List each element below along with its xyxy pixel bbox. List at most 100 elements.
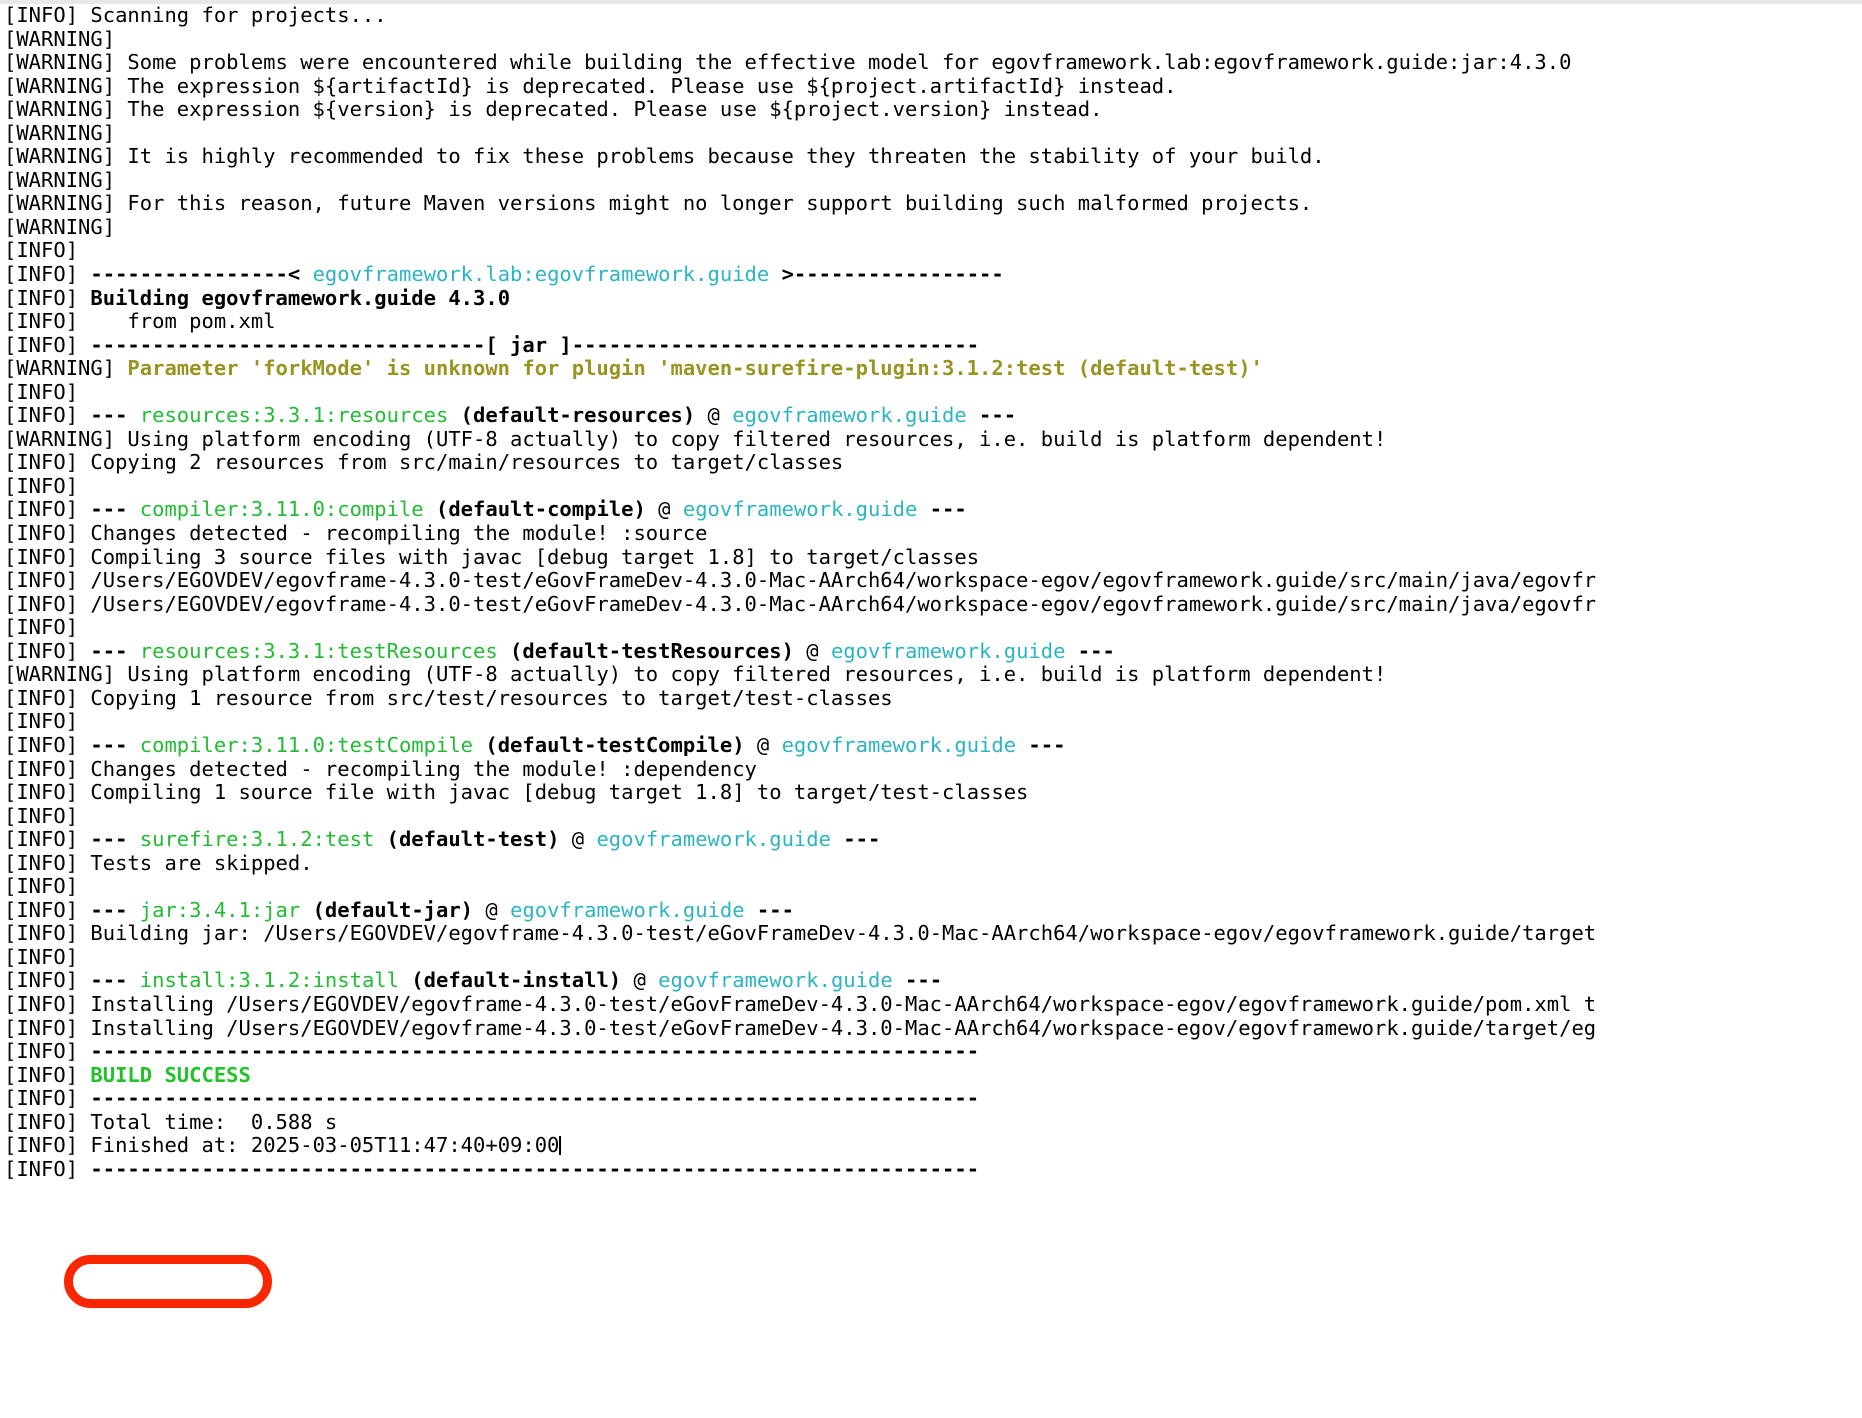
- log-line: [INFO] Copying 1 resource from src/test/…: [4, 687, 1862, 711]
- log-segment: ---: [90, 498, 140, 522]
- log-level-tag: [WARNING]: [4, 663, 128, 687]
- log-segment: Building egovframework.guide 4.3.0: [90, 286, 511, 310]
- log-level-tag: [INFO]: [4, 1087, 91, 1111]
- log-level-tag: [WARNING]: [4, 192, 128, 216]
- log-segment: ---: [90, 969, 140, 993]
- log-segment: egovframework.lab:egovframework.guide: [312, 263, 770, 287]
- log-segment: ---: [966, 404, 1017, 428]
- log-text: The expression ${artifactId} is deprecat…: [127, 74, 1177, 98]
- log-segment: egovframework.guide: [510, 898, 745, 922]
- log-segment: ---: [90, 733, 140, 757]
- log-level-tag: [WARNING]: [4, 215, 128, 239]
- log-segment: ---: [90, 898, 140, 922]
- log-line: [INFO] BUILD SUCCESS: [4, 1064, 1862, 1088]
- log-segment: egovframework.guide: [830, 639, 1066, 663]
- log-text: Changes detected - recompiling the modul…: [90, 522, 708, 546]
- log-line: [WARNING] The expression ${version} is d…: [4, 98, 1862, 122]
- log-line: [INFO]: [4, 616, 1862, 640]
- log-segment: egovframework.guide: [658, 969, 893, 993]
- log-segment: egovframework.guide: [732, 404, 967, 428]
- log-level-tag: [INFO]: [4, 522, 91, 546]
- log-line: [INFO] Compiling 1 source file with java…: [4, 781, 1862, 805]
- log-level-tag: [INFO]: [4, 1040, 91, 1064]
- log-line: [WARNING]: [4, 216, 1862, 240]
- log-line: [INFO] Building jar: /Users/EGOVDEV/egov…: [4, 922, 1862, 946]
- log-level-tag: [INFO]: [4, 569, 91, 593]
- log-segment: ---: [90, 404, 140, 428]
- log-text: Using platform encoding (UTF-8 actually)…: [127, 663, 1387, 687]
- log-line: [INFO] --- install:3.1.2:install (defaul…: [4, 969, 1862, 993]
- log-segment: ---: [917, 498, 967, 522]
- log-level-tag: [INFO]: [4, 875, 91, 899]
- log-segment: install:3.1.2:install: [139, 969, 399, 993]
- log-text: Some problems were encountered while bui…: [127, 51, 1572, 75]
- log-level-tag: [INFO]: [4, 898, 91, 922]
- log-text: Copying 1 resource from src/test/resourc…: [90, 686, 893, 710]
- log-level-tag: [INFO]: [4, 686, 91, 710]
- log-line: [INFO] /Users/EGOVDEV/egovframe-4.3.0-te…: [4, 593, 1862, 617]
- terminal-window: [INFO] Scanning for projects... [WARNING]…: [0, 0, 1862, 1418]
- log-line: [INFO] ----------------< egovframework.l…: [4, 263, 1862, 287]
- log-line: [INFO] Total time: 0.588 s: [4, 1111, 1862, 1135]
- log-line: [INFO] ---------------------------------…: [4, 1158, 1862, 1182]
- log-text: from pom.xml: [90, 310, 276, 334]
- log-segment: egovframework.guide: [682, 498, 918, 522]
- log-level-tag: [INFO]: [4, 545, 91, 569]
- log-level-tag: [INFO]: [4, 804, 91, 828]
- log-line: [WARNING]: [4, 28, 1862, 52]
- log-segment: ----------------------------------------…: [90, 1040, 980, 1064]
- log-segment: ---: [744, 898, 794, 922]
- log-text: The expression ${version} is deprecated.…: [127, 98, 1103, 122]
- log-segment: ----------------------------------------…: [90, 1157, 980, 1181]
- log-text: Using platform encoding (UTF-8 actually)…: [127, 427, 1387, 451]
- log-level-tag: [INFO]: [4, 310, 91, 334]
- log-level-tag: [INFO]: [4, 263, 91, 287]
- log-text: Building jar: /Users/EGOVDEV/egovframe-4…: [90, 922, 1597, 946]
- log-level-tag: [INFO]: [4, 4, 91, 27]
- log-segment: ---: [90, 828, 140, 852]
- log-level-tag: [INFO]: [4, 639, 91, 663]
- text-cursor: [559, 1136, 562, 1156]
- log-level-tag: [INFO]: [4, 733, 91, 757]
- log-segment: @: [695, 404, 733, 428]
- log-level-tag: [INFO]: [4, 710, 91, 734]
- log-line: [INFO] --- resources:3.3.1:resources (de…: [4, 404, 1862, 428]
- log-text: Compiling 1 source file with javac [debu…: [90, 781, 1029, 805]
- log-segment: @: [744, 733, 782, 757]
- log-level-tag: [INFO]: [4, 1157, 91, 1181]
- log-level-tag: [INFO]: [4, 969, 91, 993]
- log-segment: ---: [892, 969, 943, 993]
- log-line: [INFO] Scanning for projects...: [4, 4, 1862, 28]
- log-line: [INFO]: [4, 875, 1862, 899]
- log-text: Installing /Users/EGOVDEV/egovframe-4.3.…: [90, 1016, 1597, 1040]
- log-line: [WARNING] Some problems were encountered…: [4, 51, 1862, 75]
- log-segment: @: [559, 828, 597, 852]
- log-segment: compiler:3.11.0:compile: [139, 498, 424, 522]
- log-segment: @: [473, 898, 511, 922]
- log-level-tag: [INFO]: [4, 1016, 91, 1040]
- log-line: [INFO] Copying 2 resources from src/main…: [4, 451, 1862, 475]
- log-text: Changes detected - recompiling the modul…: [90, 757, 757, 781]
- log-segment: (default-resources): [448, 404, 696, 428]
- log-segment: @: [793, 639, 831, 663]
- log-segment: ---: [90, 639, 140, 663]
- log-line: [WARNING] Using platform encoding (UTF-8…: [4, 663, 1862, 687]
- log-line: [INFO]: [4, 381, 1862, 405]
- log-text: Installing /Users/EGOVDEV/egovframe-4.3.…: [90, 992, 1597, 1016]
- log-line: [INFO] --------------------------------[…: [4, 334, 1862, 358]
- log-segment: (default-testResources): [497, 639, 794, 663]
- log-level-tag: [WARNING]: [4, 74, 128, 98]
- log-segment: resources:3.3.1:testResources: [139, 639, 498, 663]
- log-segment: >-----------------: [769, 263, 1004, 287]
- log-level-tag: [INFO]: [4, 828, 91, 852]
- log-text: For this reason, future Maven versions m…: [127, 192, 1313, 216]
- terminal-output-log[interactable]: [INFO] Scanning for projects... [WARNING]…: [4, 4, 1862, 1181]
- log-line: [INFO] --- surefire:3.1.2:test (default-…: [4, 828, 1862, 852]
- log-line: [INFO] /Users/EGOVDEV/egovframe-4.3.0-te…: [4, 569, 1862, 593]
- log-text: It is highly recommended to fix these pr…: [127, 145, 1325, 169]
- log-level-tag: [INFO]: [4, 992, 91, 1016]
- log-line: [INFO] Compiling 3 source files with jav…: [4, 546, 1862, 570]
- log-line: [INFO] Changes detected - recompiling th…: [4, 758, 1862, 782]
- log-line: [INFO] Installing /Users/EGOVDEV/egovfra…: [4, 993, 1862, 1017]
- log-level-tag: [WARNING]: [4, 51, 128, 75]
